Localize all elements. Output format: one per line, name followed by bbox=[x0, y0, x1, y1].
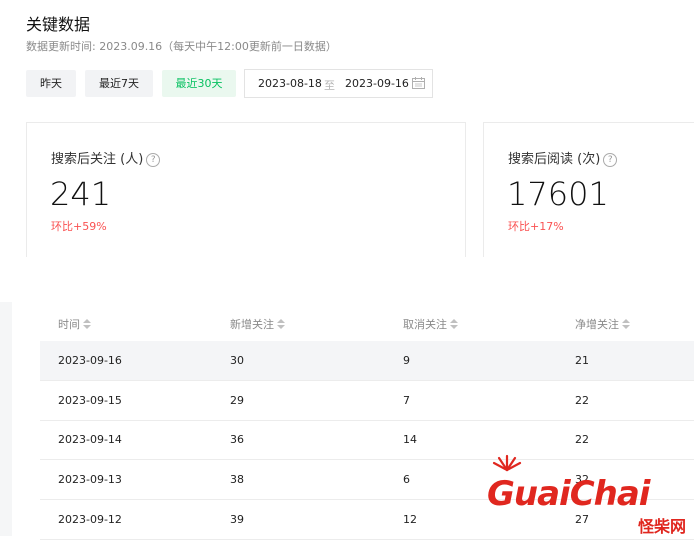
cell-unfollows: 7 bbox=[403, 394, 410, 407]
column-header-net-follows[interactable]: 净增关注 bbox=[575, 316, 630, 332]
date-separator: 至 bbox=[324, 79, 335, 92]
column-header-unfollows[interactable]: 取消关注 bbox=[403, 316, 458, 332]
column-header-date[interactable]: 时间 bbox=[58, 316, 91, 332]
section-gap bbox=[0, 257, 694, 302]
cell-unfollows: 9 bbox=[403, 354, 410, 367]
table-row[interactable]: 2023-09-13 38 6 32 bbox=[40, 460, 694, 500]
cell-date: 2023-09-16 bbox=[58, 354, 122, 367]
cell-new-follows: 29 bbox=[230, 394, 244, 407]
cell-date: 2023-09-14 bbox=[58, 433, 122, 446]
table-row[interactable]: 2023-09-14 36 14 22 bbox=[40, 420, 694, 460]
sort-icon[interactable] bbox=[277, 319, 285, 332]
cell-unfollows: 12 bbox=[403, 513, 417, 526]
metric-value: 241 bbox=[50, 175, 112, 213]
last-7-days-button[interactable]: 最近7天 bbox=[85, 70, 153, 97]
metric-change: 环比+17% bbox=[508, 220, 564, 233]
table-header: 时间 新增关注 取消关注 净增关注 bbox=[40, 302, 694, 342]
cell-new-follows: 30 bbox=[230, 354, 244, 367]
column-header-new-follows[interactable]: 新增关注 bbox=[230, 316, 285, 332]
cell-new-follows: 39 bbox=[230, 513, 244, 526]
calendar-icon[interactable] bbox=[412, 77, 425, 92]
page-title: 关键数据 bbox=[26, 15, 91, 34]
help-icon[interactable]: ? bbox=[146, 153, 161, 167]
cell-date: 2023-09-13 bbox=[58, 473, 122, 486]
cell-new-follows: 36 bbox=[230, 433, 244, 446]
date-range-picker[interactable]: 2023-08-18 至 2023-09-16 bbox=[244, 69, 433, 98]
cell-date: 2023-09-15 bbox=[58, 394, 122, 407]
update-time-text: 数据更新时间: 2023.09.16（每天中午12:00更新前一日数据） bbox=[26, 40, 337, 53]
table-row[interactable]: 2023-09-12 39 12 27 bbox=[40, 500, 694, 540]
cell-net-follows: 32 bbox=[575, 473, 589, 486]
metric-label: 搜索后阅读 (次)? bbox=[508, 148, 618, 167]
cell-net-follows: 21 bbox=[575, 354, 589, 367]
help-icon[interactable]: ? bbox=[603, 153, 618, 167]
yesterday-button[interactable]: 昨天 bbox=[26, 70, 76, 97]
metric-value: 17601 bbox=[507, 175, 609, 213]
last-30-days-button[interactable]: 最近30天 bbox=[162, 70, 236, 97]
metric-label: 搜索后关注 (人)? bbox=[51, 148, 161, 167]
cell-net-follows: 27 bbox=[575, 513, 589, 526]
date-end[interactable]: 2023-09-16 bbox=[345, 77, 409, 90]
cell-new-follows: 38 bbox=[230, 473, 244, 486]
sort-icon[interactable] bbox=[450, 319, 458, 332]
left-edge-panel bbox=[0, 302, 12, 536]
sort-icon[interactable] bbox=[83, 319, 91, 332]
cell-net-follows: 22 bbox=[575, 394, 589, 407]
date-start[interactable]: 2023-08-18 bbox=[258, 77, 322, 90]
cell-unfollows: 6 bbox=[403, 473, 410, 486]
cell-unfollows: 14 bbox=[403, 433, 417, 446]
table-row[interactable]: 2023-09-16 30 9 21 bbox=[40, 341, 694, 381]
cell-net-follows: 22 bbox=[575, 433, 589, 446]
metric-card-follow-after-search: 搜索后关注 (人)? 241 环比+59% bbox=[26, 122, 466, 257]
metric-change: 环比+59% bbox=[51, 220, 107, 233]
table-row[interactable]: 2023-09-15 29 7 22 bbox=[40, 381, 694, 421]
sort-icon[interactable] bbox=[622, 319, 630, 332]
cell-date: 2023-09-12 bbox=[58, 513, 122, 526]
metric-card-read-after-search: 搜索后阅读 (次)? 17601 环比+17% bbox=[483, 122, 694, 257]
